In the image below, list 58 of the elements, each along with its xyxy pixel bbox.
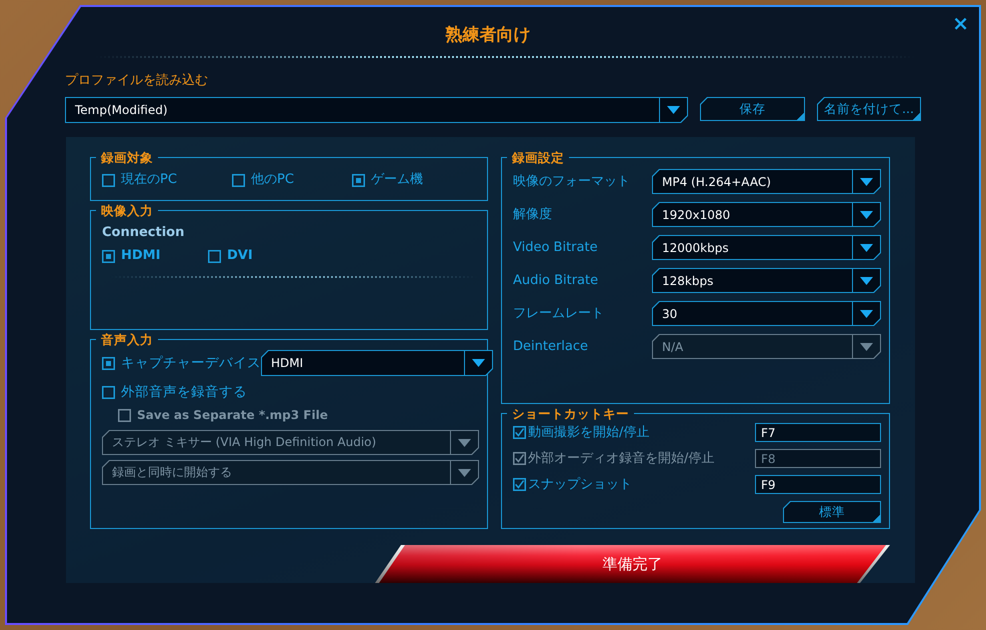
caret-down-icon [472,359,485,367]
setting-label: 解像度 [513,206,552,222]
checkbox-label: 現在のPC [121,172,177,188]
connection-label: Connection [102,225,186,241]
checkbox-label: キャプチャーデバイス [121,355,261,371]
checkbox-label: DVI [227,248,253,264]
checkbox-label: Save as Separate *.mp3 File [137,407,328,423]
checkbox[interactable] [102,250,115,262]
checkbox[interactable] [102,356,115,370]
checkbox[interactable] [352,174,365,186]
checkbox-label: 外部音声を録音する [121,384,247,400]
caret-down-icon [860,276,873,284]
shortcut-label: スナップショット [528,476,632,492]
save-as-button[interactable]: 名前を付けて... [817,97,921,121]
checkbox-label: 他のPC [251,172,294,188]
setting-label: Deinterlace [513,338,588,354]
checkbox[interactable] [232,174,245,186]
window-title: 熟練者向け [446,25,530,45]
checkbox[interactable] [513,478,526,491]
setting-dropdown[interactable]: 12000kbps [652,235,881,260]
close-button[interactable]: × [952,15,969,31]
ready-button[interactable]: 準備完了 [375,545,890,583]
save-button[interactable]: 保存 [700,97,805,121]
setting-dropdown[interactable]: 30 [652,301,881,326]
checkbox-label: HDMI [121,248,160,264]
setting-label: Video Bitrate [513,240,598,256]
caret-down-icon [860,244,873,252]
setting-dropdown[interactable]: 128kbps [652,268,881,293]
group-title: 録画対象 [100,150,154,165]
setting-label: Audio Bitrate [513,272,598,288]
caret-down-icon [860,310,873,318]
default-button[interactable]: 標準 [783,501,881,523]
caret-down-icon [667,106,680,114]
group-title: ショートカットキー [511,406,630,421]
checkbox[interactable] [102,386,115,398]
caret-down-icon [860,178,873,186]
shortcut-key-field[interactable]: F7 [755,423,881,442]
group-title: 録画設定 [510,150,565,165]
capture-device-dropdown[interactable]: HDMI [261,350,493,376]
checkbox[interactable] [208,250,221,262]
group-title: 映像入力 [100,203,154,218]
caret-down-icon [860,342,873,350]
caret-down-icon [860,210,873,218]
shortcut-label: 外部オーディオ録音を開始/停止 [528,450,714,466]
checkbox[interactable] [513,426,526,439]
profile-dropdown[interactable]: Temp(Modified) [65,97,688,123]
shortcut-key-field[interactable]: F9 [755,475,881,494]
caret-down-icon [458,438,471,446]
profile-label: プロファイルを読み込む [65,73,208,89]
setting-label: フレームレート [513,306,604,322]
shortcut-label: 動画撮影を開始/停止 [528,424,650,440]
group-title: 音声入力 [100,332,154,347]
checkbox[interactable] [102,174,115,186]
setting-dropdown[interactable]: 1920x1080 [652,202,881,227]
setting-label: 映像のフォーマット [513,174,630,190]
setting-dropdown[interactable]: MP4 (H.264+AAC) [652,169,881,194]
caret-down-icon [458,468,471,476]
checkbox-label: ゲーム機 [371,172,423,188]
